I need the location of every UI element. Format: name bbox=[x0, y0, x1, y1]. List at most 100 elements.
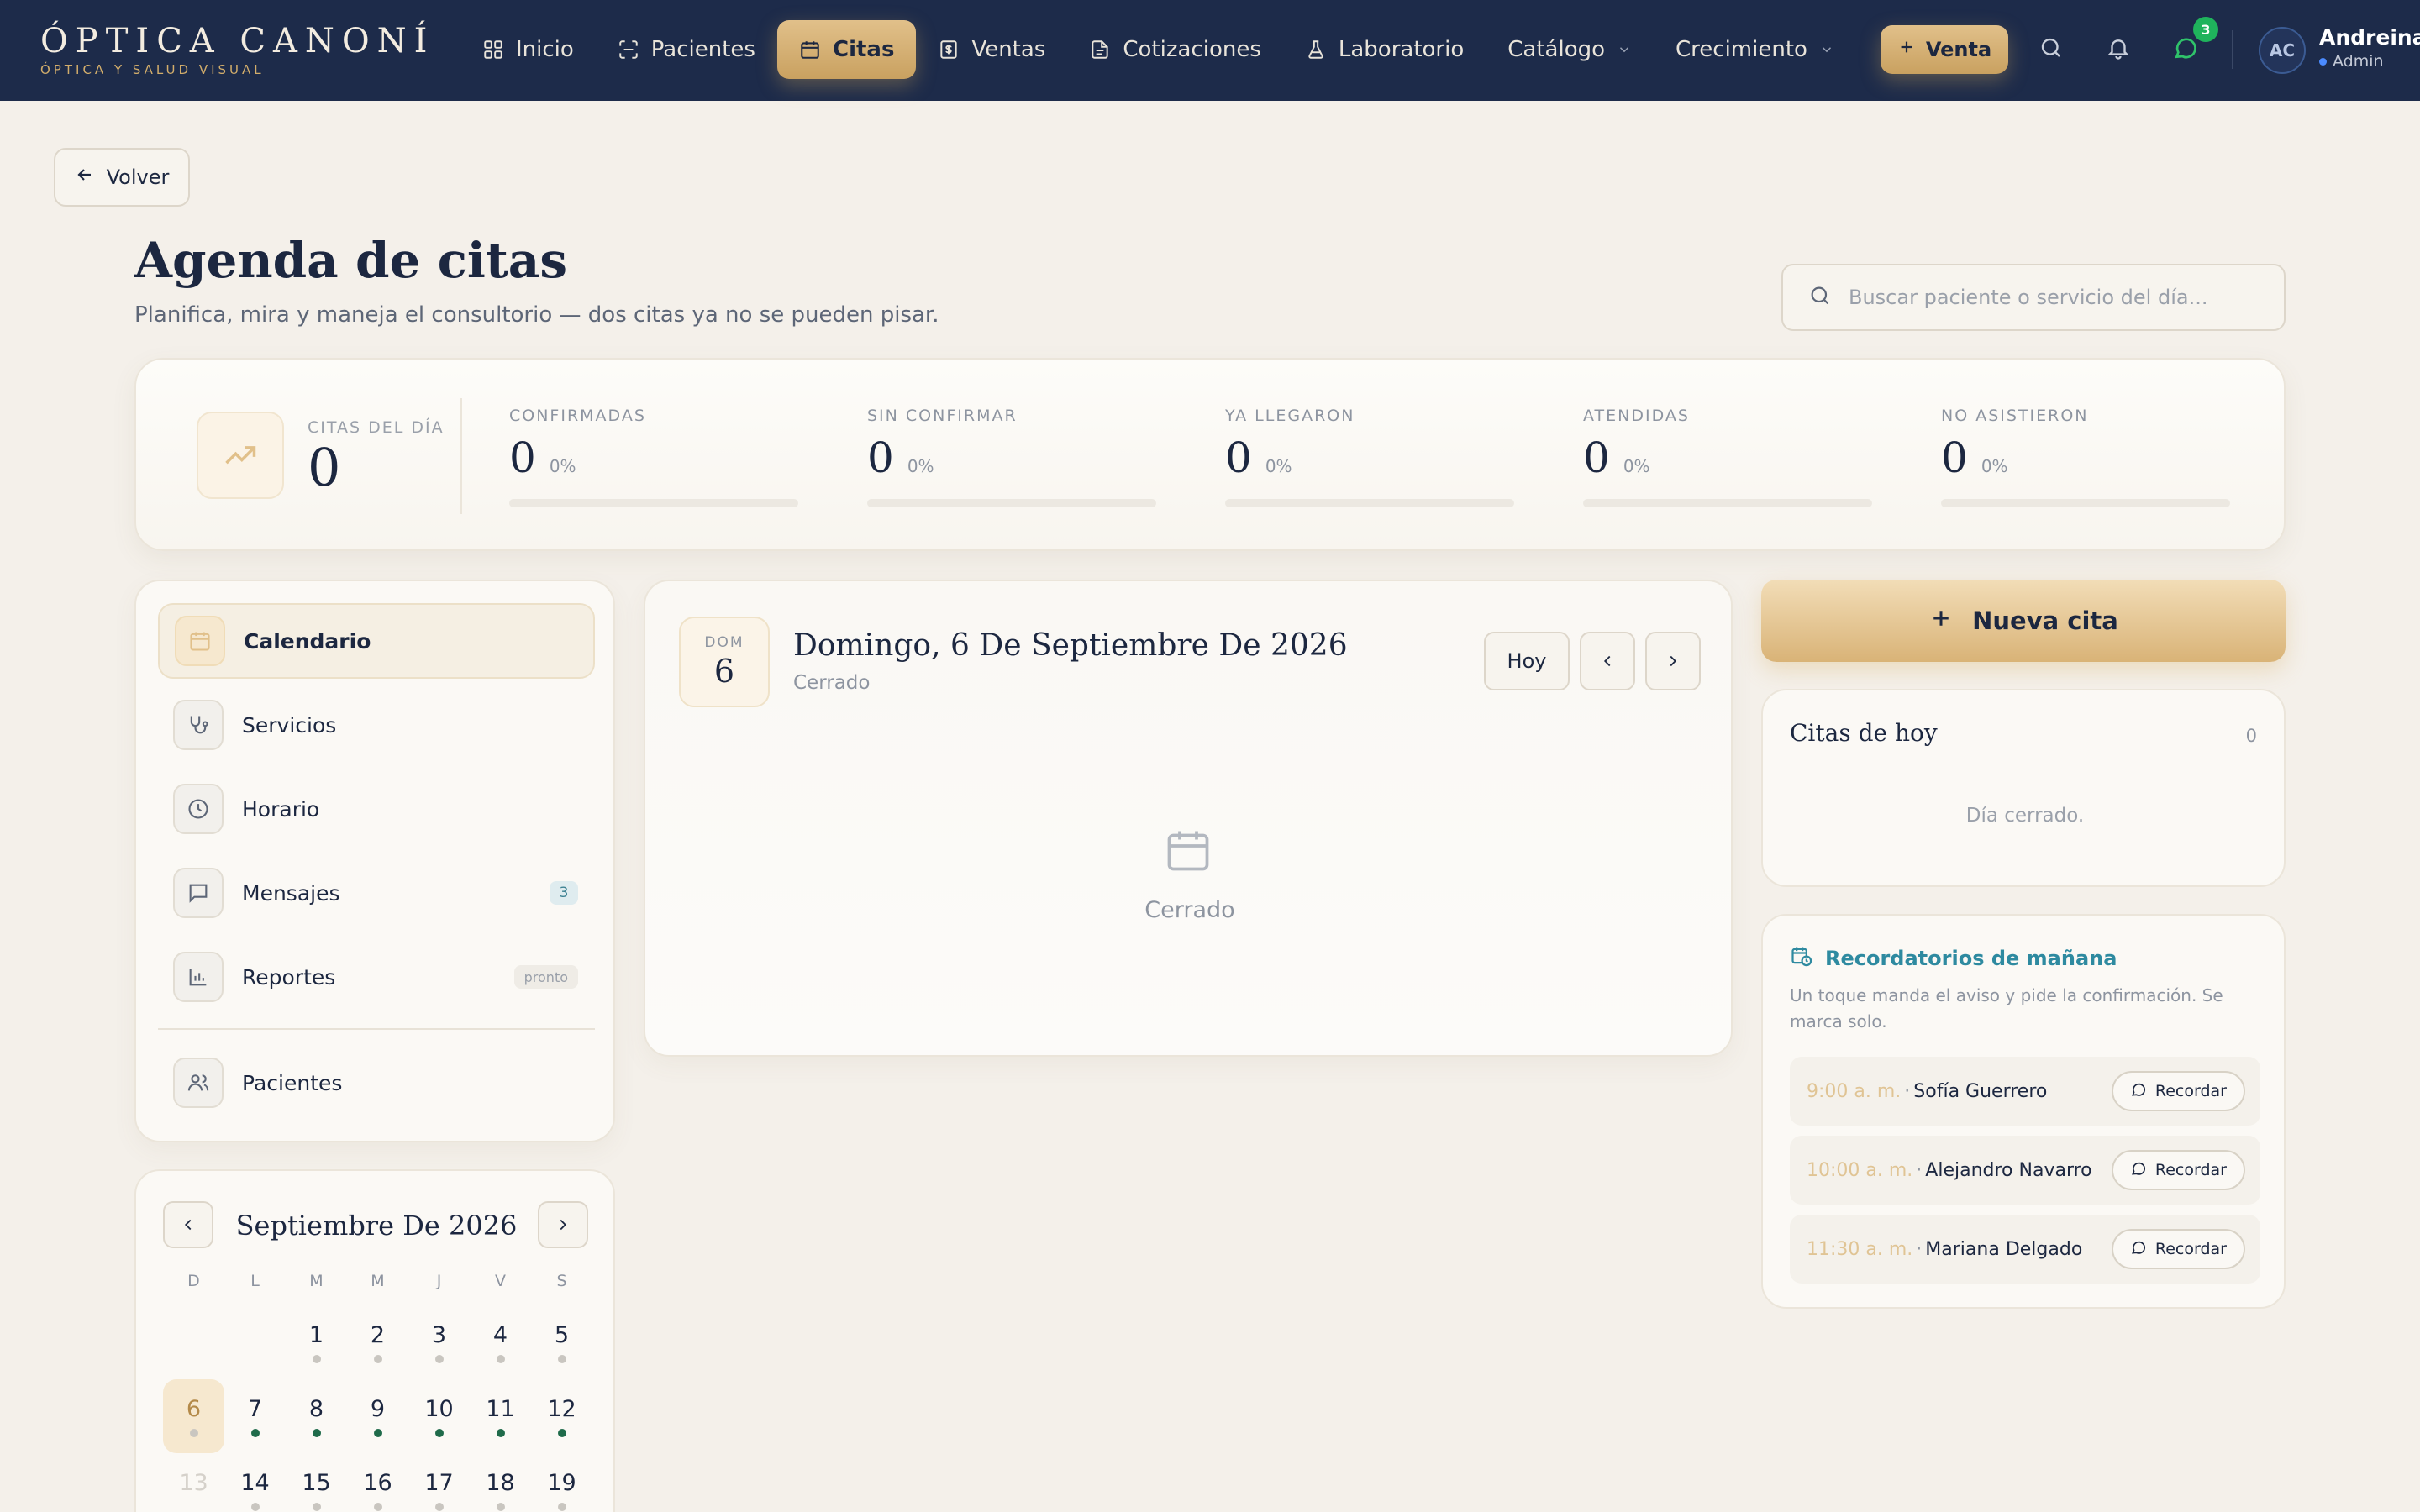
messages-count-badge: 3 bbox=[550, 881, 578, 905]
calendar-day[interactable]: 10 bbox=[408, 1379, 470, 1453]
stat-divider bbox=[460, 398, 462, 514]
user-role-label: Admin bbox=[2333, 52, 2384, 71]
coming-soon-badge: pronto bbox=[513, 965, 578, 989]
sidebar-item-horario[interactable]: Horario bbox=[158, 771, 595, 847]
nav-item-citas[interactable]: Citas bbox=[776, 20, 917, 79]
remind-button[interactable]: Recordar bbox=[2111, 1229, 2245, 1269]
message-icon bbox=[173, 868, 224, 918]
next-month-button[interactable] bbox=[538, 1201, 588, 1248]
weekday-label: D bbox=[187, 1272, 200, 1290]
nav-item-label: Crecimiento bbox=[1676, 37, 1807, 62]
calendar-day[interactable]: 11 bbox=[470, 1379, 531, 1453]
sidebar-item-mensajes[interactable]: Mensajes 3 bbox=[158, 855, 595, 931]
sidebar-item-servicios[interactable]: Servicios bbox=[158, 687, 595, 763]
new-sale-button[interactable]: Venta bbox=[1881, 25, 2008, 74]
calendar-day[interactable]: 4 bbox=[470, 1305, 531, 1379]
today-button[interactable]: Hoy bbox=[1484, 632, 1570, 690]
calendar-empty-cell bbox=[224, 1305, 286, 1379]
user-role: Admin bbox=[2319, 52, 2384, 71]
day-number: 6 bbox=[713, 653, 735, 690]
remind-button[interactable]: Recordar bbox=[2111, 1071, 2245, 1111]
reminder-time: 11:30 a. m. bbox=[1807, 1238, 1913, 1260]
availability-dot bbox=[434, 1354, 444, 1363]
search-input[interactable] bbox=[1849, 286, 2269, 309]
sidebar-item-calendario[interactable]: Calendario bbox=[158, 603, 595, 679]
top-navbar: ÓPTICA CANONÍ ÓPTICA Y SALUD VISUAL Inic… bbox=[0, 0, 2420, 101]
calendar-day[interactable]: 1 bbox=[286, 1305, 347, 1379]
calendar-day[interactable]: 9 bbox=[347, 1379, 408, 1453]
calendar-day[interactable]: 18 bbox=[470, 1453, 531, 1512]
reminders-card: Recordatorios de mañana Un toque manda e… bbox=[1761, 914, 2286, 1309]
brand-logo[interactable]: ÓPTICA CANONÍ ÓPTICA Y SALUD VISUAL bbox=[40, 22, 434, 77]
reminder-patient: Mariana Delgado bbox=[1925, 1238, 2083, 1260]
nav-item-crecimiento[interactable]: Crecimiento bbox=[1654, 20, 1856, 79]
calendar-icon bbox=[799, 39, 821, 60]
calendar-day[interactable]: 19 bbox=[531, 1453, 592, 1512]
stat-percent: 0% bbox=[1981, 456, 2008, 476]
weekday-header: DLMMJVS bbox=[163, 1272, 593, 1305]
brand-tagline: ÓPTICA Y SALUD VISUAL bbox=[40, 62, 265, 77]
back-button[interactable]: Volver bbox=[54, 148, 190, 207]
nav-item-ventas[interactable]: Ventas bbox=[916, 20, 1067, 79]
availability-dot bbox=[557, 1354, 566, 1363]
nav-item-inicio[interactable]: Inicio bbox=[460, 20, 596, 79]
availability-dot bbox=[312, 1428, 321, 1437]
nav-item-pacientes[interactable]: Pacientes bbox=[596, 20, 777, 79]
nav-item-label: Pacientes bbox=[650, 37, 755, 62]
day-number: 13 bbox=[179, 1469, 208, 1496]
availability-dot bbox=[557, 1428, 566, 1437]
nav-item-catalogo[interactable]: Catálogo bbox=[1486, 20, 1654, 79]
stat-percent: 0% bbox=[1265, 456, 1292, 476]
reminder-patient: Sofía Guerrero bbox=[1913, 1080, 2048, 1102]
sidebar-item-pacientes[interactable]: Pacientes bbox=[158, 1045, 595, 1121]
plus-icon bbox=[1897, 38, 1916, 61]
message-icon bbox=[2130, 1160, 2147, 1181]
day-number: 11 bbox=[486, 1395, 515, 1422]
bell-icon[interactable] bbox=[2104, 34, 2133, 62]
calendar-day[interactable]: 12 bbox=[531, 1379, 592, 1453]
receipt-icon bbox=[938, 39, 960, 60]
calendar-day[interactable]: 8 bbox=[286, 1379, 347, 1453]
list-item: 11:30 a. m. · Mariana Delgado Recordar bbox=[1790, 1215, 2260, 1284]
stats-card: CITAS DEL DÍA 0 CONFIRMADAS 0 0% SIN CONF… bbox=[134, 358, 2286, 551]
main-nav: Inicio Pacientes Citas Ventas Cotizacion… bbox=[460, 20, 1856, 79]
day-number: 2 bbox=[370, 1321, 386, 1348]
calendar-day[interactable]: 3 bbox=[408, 1305, 470, 1379]
calendar-day[interactable]: 13 bbox=[163, 1453, 224, 1512]
arrow-left-icon bbox=[75, 165, 95, 190]
availability-dot bbox=[189, 1428, 198, 1437]
calendar-day[interactable]: 16 bbox=[347, 1453, 408, 1512]
day-number: 9 bbox=[370, 1395, 386, 1422]
sidebar-item-reportes[interactable]: Reportes pronto bbox=[158, 939, 595, 1015]
sidebar-item-label: Servicios bbox=[242, 712, 337, 738]
stat-percent: 0% bbox=[1623, 456, 1650, 476]
next-day-button[interactable] bbox=[1645, 632, 1701, 690]
calendar-day[interactable]: 6 bbox=[163, 1379, 224, 1453]
prev-day-button[interactable] bbox=[1580, 632, 1635, 690]
nav-item-label: Citas bbox=[832, 37, 895, 62]
nav-item-cotizaciones[interactable]: Cotizaciones bbox=[1067, 20, 1283, 79]
availability-dot bbox=[496, 1502, 505, 1511]
calendar-day[interactable]: 15 bbox=[286, 1453, 347, 1512]
search-box[interactable] bbox=[1781, 264, 2286, 331]
user-name[interactable]: Andreina bbox=[2319, 25, 2420, 50]
search-icon[interactable] bbox=[2037, 34, 2065, 62]
new-appointment-button[interactable]: Nueva cita bbox=[1761, 580, 2286, 662]
nav-item-label: Catálogo bbox=[1507, 37, 1606, 62]
nav-item-laboratorio[interactable]: Laboratorio bbox=[1283, 20, 1486, 79]
message-icon[interactable] bbox=[2171, 34, 2200, 62]
plus-icon bbox=[1928, 606, 1954, 637]
sidebar-divider bbox=[158, 1028, 595, 1030]
calendar-day[interactable]: 7 bbox=[224, 1379, 286, 1453]
calendar-day[interactable]: 5 bbox=[531, 1305, 592, 1379]
new-appointment-label: Nueva cita bbox=[1972, 606, 2118, 635]
message-icon bbox=[2130, 1239, 2147, 1260]
avatar[interactable]: AC bbox=[2259, 27, 2306, 74]
calendar-day[interactable]: 2 bbox=[347, 1305, 408, 1379]
calendar-day[interactable]: 14 bbox=[224, 1453, 286, 1512]
day-number: 7 bbox=[247, 1395, 263, 1422]
remind-label: Recordar bbox=[2154, 1240, 2227, 1258]
progress-bar bbox=[1583, 499, 1872, 507]
calendar-day[interactable]: 17 bbox=[408, 1453, 470, 1512]
remind-button[interactable]: Recordar bbox=[2111, 1150, 2245, 1190]
